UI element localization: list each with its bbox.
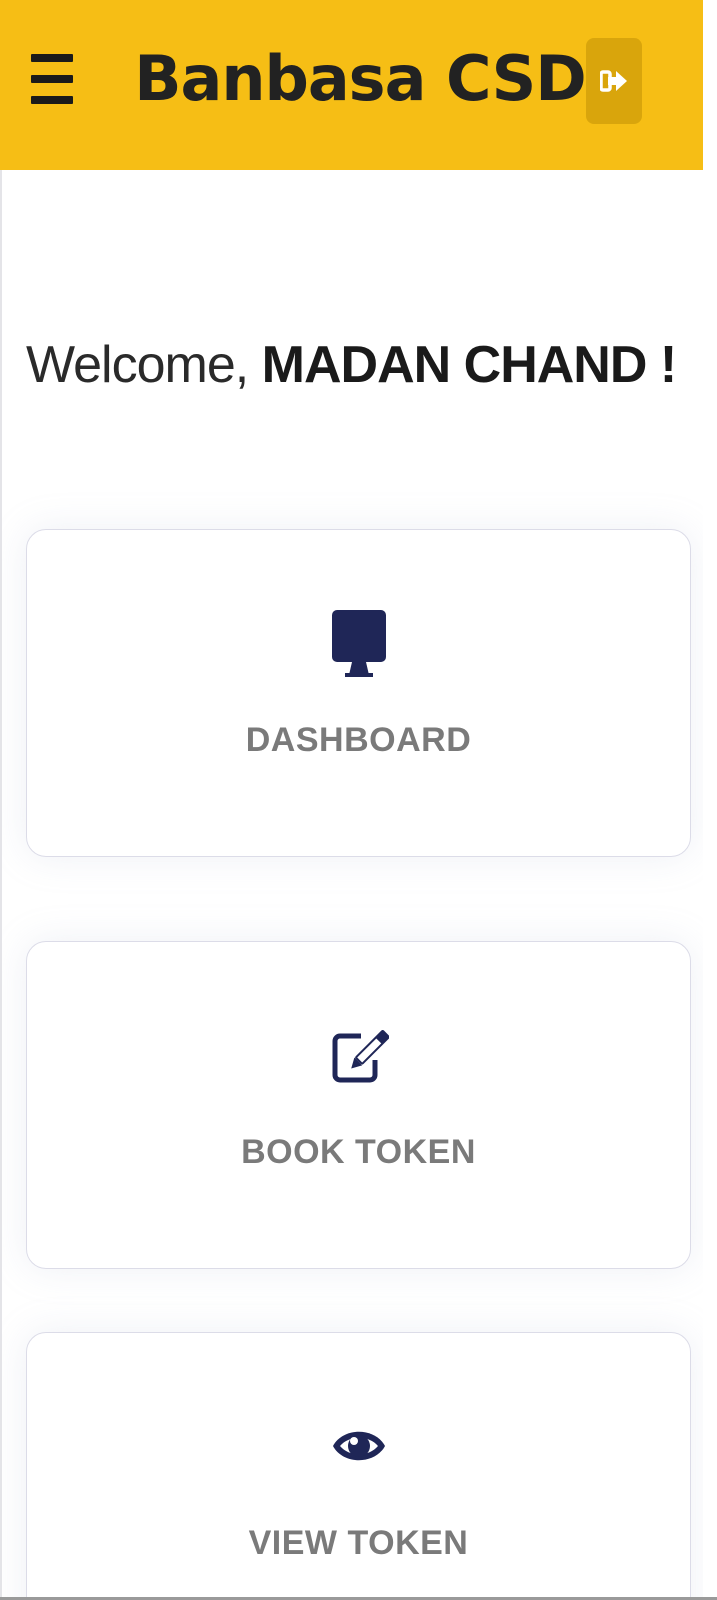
- edit-pencil-square-icon: [332, 1030, 389, 1083]
- view-token-card[interactable]: VIEW TOKEN: [26, 1332, 691, 1600]
- hamburger-menu-icon: [31, 54, 73, 62]
- right-gutter: [703, 0, 717, 1600]
- app-screen: Banbasa CSD Welcome, MADAN CHAND ! DASHB…: [0, 0, 717, 1600]
- hamburger-menu-icon-bar: [31, 75, 73, 83]
- book-token-card-label: BOOK TOKEN: [241, 1133, 476, 1171]
- top-app-bar: Banbasa CSD: [0, 0, 703, 170]
- welcome-greeting: Welcome,: [26, 336, 249, 394]
- left-border: [0, 170, 2, 1600]
- app-title: Banbasa CSD: [134, 42, 587, 115]
- book-token-card[interactable]: BOOK TOKEN: [26, 941, 691, 1269]
- user-name: MADAN CHAND !: [261, 336, 678, 394]
- eye-icon: [332, 1431, 385, 1461]
- menu-button[interactable]: [31, 54, 73, 106]
- dashboard-card-label: DASHBOARD: [245, 721, 472, 759]
- logout-button[interactable]: [586, 38, 642, 124]
- hamburger-menu-icon-bar: [31, 96, 73, 104]
- dashboard-card[interactable]: DASHBOARD: [26, 529, 691, 857]
- welcome-message: Welcome, MADAN CHAND !: [26, 330, 678, 400]
- sign-out-icon: [600, 70, 627, 92]
- desktop-monitor-icon: [331, 610, 386, 677]
- view-token-card-label: VIEW TOKEN: [248, 1524, 469, 1562]
